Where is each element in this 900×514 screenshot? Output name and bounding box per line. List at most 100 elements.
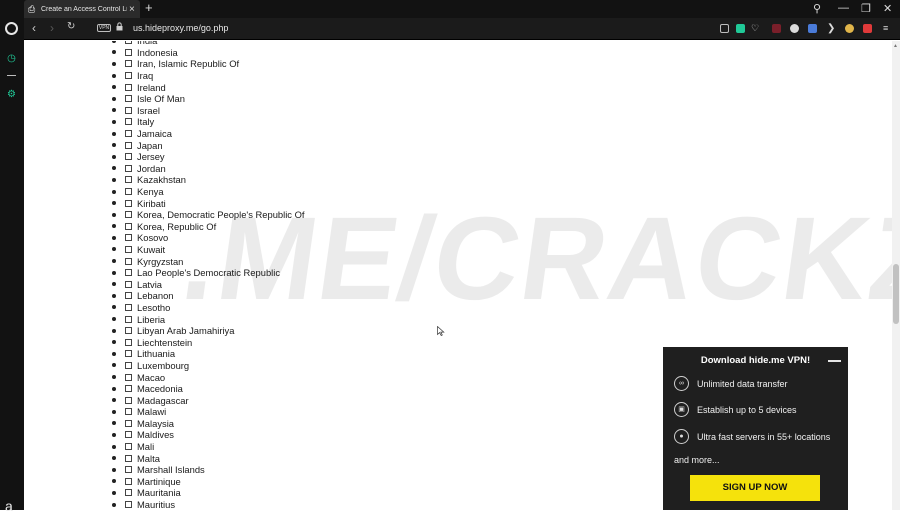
country-checkbox[interactable] (125, 72, 132, 80)
scroll-up-icon[interactable]: ▲ (893, 43, 898, 49)
country-checkbox[interactable] (125, 501, 132, 509)
country-checkbox[interactable] (125, 176, 132, 184)
feature-text: Ultra fast servers in 55+ locations (697, 431, 831, 442)
country-label: Iraq (137, 70, 154, 82)
extension-icon[interactable] (790, 24, 799, 33)
country-label: Macao (137, 371, 166, 383)
reload-icon[interactable]: ↻ (67, 21, 75, 32)
bullet-icon (112, 119, 116, 124)
country-checkbox[interactable] (125, 477, 132, 485)
country-checkbox[interactable] (125, 431, 132, 439)
browser-titlebar: ⎙ Create an Access Control Li × + ⚲ — ❐ … (0, 0, 900, 18)
list-item: Malta (112, 452, 305, 464)
bullet-icon (112, 270, 116, 275)
country-checkbox[interactable] (125, 234, 132, 242)
extension-icon[interactable] (772, 24, 781, 33)
sign-up-button[interactable]: SIGN UP NOW (690, 475, 820, 501)
country-checkbox[interactable] (125, 303, 132, 311)
extension-icon[interactable] (808, 24, 817, 33)
country-checkbox[interactable] (125, 164, 132, 172)
shield-check-icon[interactable] (736, 24, 745, 33)
minimize-icon[interactable]: — (838, 2, 849, 14)
country-label: Malta (137, 452, 160, 464)
extension-icon[interactable] (863, 24, 872, 33)
country-checkbox[interactable] (125, 118, 132, 126)
country-label: Madagascar (137, 394, 189, 406)
settings-icon[interactable]: ⚙ (6, 89, 17, 100)
search-icon[interactable]: ⚲ (813, 2, 821, 15)
country-checkbox[interactable] (125, 315, 132, 323)
country-checkbox[interactable] (125, 454, 132, 462)
browser-tab[interactable]: ⎙ Create an Access Control Li × (24, 0, 140, 18)
speed-dial-icon[interactable]: ◷ (6, 53, 17, 64)
bullet-icon (112, 154, 116, 159)
lock-icon (116, 22, 123, 31)
country-checkbox[interactable] (125, 130, 132, 138)
bullet-icon (112, 131, 116, 136)
bullet-icon (112, 247, 116, 252)
country-checkbox[interactable] (125, 141, 132, 149)
new-tab-icon[interactable]: + (145, 1, 153, 15)
country-checkbox[interactable] (125, 95, 132, 103)
country-checkbox[interactable] (125, 385, 132, 393)
country-checkbox[interactable] (125, 257, 132, 265)
country-label: Kenya (137, 186, 164, 198)
bullet-icon (112, 50, 116, 55)
list-item: Italy (112, 116, 305, 128)
country-checkbox[interactable] (125, 443, 132, 451)
country-checkbox[interactable] (125, 106, 132, 114)
country-label: Mali (137, 441, 155, 453)
feature-item: ▣ Establish up to 5 devices (674, 402, 797, 417)
country-checkbox[interactable] (125, 373, 132, 381)
popup-minimize-button[interactable] (828, 360, 841, 362)
arrow-right-icon[interactable]: ❯ (827, 24, 836, 34)
country-checkbox[interactable] (125, 338, 132, 346)
heart-icon[interactable]: ♡ (751, 24, 760, 33)
country-checkbox[interactable] (125, 188, 132, 196)
tab-close-icon[interactable]: × (129, 4, 135, 15)
country-checkbox[interactable] (125, 292, 132, 300)
maximize-icon[interactable]: ❐ (861, 2, 871, 15)
scrollbar-thumb[interactable] (893, 264, 899, 324)
close-window-icon[interactable]: ✕ (883, 2, 892, 15)
country-checkbox[interactable] (125, 489, 132, 497)
country-checkbox[interactable] (125, 350, 132, 358)
country-checkbox[interactable] (125, 222, 132, 230)
country-checkbox[interactable] (125, 41, 132, 45)
vpn-badge[interactable]: VPN (97, 24, 111, 32)
opera-sidebar: ◷ ⚙ a (0, 18, 24, 514)
opera-logo-icon[interactable] (5, 22, 18, 35)
country-checkbox[interactable] (125, 408, 132, 416)
list-item: Jamaica (112, 128, 305, 140)
country-checkbox[interactable] (125, 327, 132, 335)
country-checkbox[interactable] (125, 83, 132, 91)
menu-icon[interactable]: ≡ (883, 24, 892, 33)
forward-icon[interactable]: › (50, 21, 54, 35)
country-label: Indonesia (137, 46, 178, 58)
country-checkbox[interactable] (125, 211, 132, 219)
list-item: Kazakhstan (112, 174, 305, 186)
country-checkbox[interactable] (125, 269, 132, 277)
country-checkbox[interactable] (125, 48, 132, 56)
country-checkbox[interactable] (125, 280, 132, 288)
country-checkbox[interactable] (125, 466, 132, 474)
vpn-promo-popup: Download hide.me VPN! ∞ Unlimited data t… (663, 347, 848, 510)
camera-icon[interactable] (720, 24, 729, 33)
country-checkbox[interactable] (125, 199, 132, 207)
country-checkbox[interactable] (125, 60, 132, 68)
country-checkbox[interactable] (125, 153, 132, 161)
country-checkbox[interactable] (125, 245, 132, 253)
country-label: Malaysia (137, 417, 174, 429)
address-bar[interactable]: us.hideproxy.me/go.php (133, 23, 228, 33)
country-checkbox[interactable] (125, 396, 132, 404)
bullet-icon (112, 444, 116, 449)
country-checkbox[interactable] (125, 361, 132, 369)
list-item: Macao (112, 371, 305, 383)
bullet-icon (112, 398, 116, 403)
country-checkbox[interactable] (125, 419, 132, 427)
tab-title: Create an Access Control Li (41, 5, 127, 13)
extension-icon[interactable] (845, 24, 854, 33)
back-icon[interactable]: ‹ (32, 21, 36, 35)
bullet-icon (112, 201, 116, 206)
mouse-cursor-icon (437, 326, 445, 336)
